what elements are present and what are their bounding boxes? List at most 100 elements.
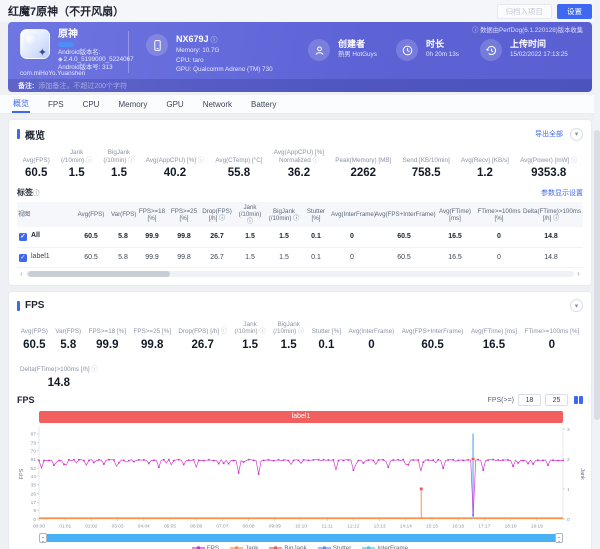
stat-item: Drop(FPS) [/h] ⓘ 26.7 <box>175 321 231 350</box>
svg-text:0: 0 <box>33 516 36 522</box>
value-cell: 0 <box>476 247 522 268</box>
settings-button[interactable]: 设置 <box>557 3 592 19</box>
info-icon[interactable]: ⓘ <box>196 157 204 164</box>
info-icon[interactable]: ⓘ <box>311 157 319 164</box>
fps-threshold-input-2[interactable] <box>545 394 568 406</box>
svg-text:1: 1 <box>567 486 570 492</box>
hscroll-track[interactable] <box>26 271 574 277</box>
legend-item-bigjank[interactable]: BigJank <box>269 545 307 549</box>
scroll-right-icon[interactable]: › <box>574 270 583 278</box>
tab-Network[interactable]: Network <box>202 97 233 113</box>
stat-label: Peak(Memory) [MB] <box>333 149 394 164</box>
info-icon[interactable]: ⓘ <box>258 328 265 335</box>
stat-label-line: FPS>=25 [%] <box>133 328 171 336</box>
value-cell: 60.5 <box>374 227 434 248</box>
stat-item: Avg(AppCPU) [%] ⓘ 40.2 <box>140 149 210 179</box>
app-version-name-label: Android版本名: <box>58 49 101 56</box>
info-icon[interactable]: ⓘ <box>569 157 577 164</box>
legend-item-interframe[interactable]: InterFrame <box>362 545 408 549</box>
value-cell: 14.8 <box>522 227 580 248</box>
history-clock-icon <box>480 39 502 61</box>
column-header: FPS>=25 [%] <box>168 202 200 227</box>
stat-label: FPS>=18 [%] <box>88 321 127 336</box>
tab-FPS[interactable]: FPS <box>47 97 65 113</box>
column-header: Delta(FTime)>100ms [/h] ⓘ <box>522 202 581 227</box>
stat-item: Send [KB/10min] 758.5 <box>397 149 456 179</box>
section-accent-bar <box>17 129 20 139</box>
stat-value: 1.5 <box>68 167 85 179</box>
collapse-icon[interactable]: ▾ <box>570 127 583 141</box>
stat-label: Drop(FPS) [/h] ⓘ <box>178 321 228 336</box>
legend-swatch <box>317 546 331 549</box>
phone-icon <box>146 34 168 56</box>
hscroll-thumb[interactable] <box>28 271 171 277</box>
note-strip[interactable]: 备注: 添加备注，不超过200个字符 <box>8 79 592 92</box>
info-icon[interactable]: ⓘ <box>33 190 40 197</box>
value-cell: 60.5 <box>72 227 110 248</box>
info-icon[interactable]: ⓘ <box>90 366 97 373</box>
value-cell: 0.1 <box>302 247 330 268</box>
range-handle-right[interactable] <box>555 532 563 543</box>
stat-label-line: Avg(FTime) [ms] <box>470 328 518 336</box>
info-icon[interactable]: ⓘ <box>84 157 92 164</box>
page-scrollbar[interactable] <box>594 0 600 549</box>
value-cell: 14.8 <box>522 247 580 268</box>
info-icon[interactable]: ⓘ <box>296 328 304 335</box>
stat-value: 16.5 <box>482 338 506 351</box>
range-handle-left[interactable] <box>39 532 47 543</box>
tab-CPU[interactable]: CPU <box>82 97 101 113</box>
fps-chart-title: FPS <box>17 395 35 405</box>
label-region-banner[interactable]: label1 <box>39 410 563 423</box>
legend-item-stutter[interactable]: Stutter <box>317 544 352 549</box>
info-icon[interactable]: ⓘ <box>211 37 218 44</box>
stat-label: Jank (/10min) ⓘ <box>58 149 94 164</box>
param-display-settings-link[interactable]: 参数显示设置 <box>541 188 583 198</box>
tab-Battery[interactable]: Battery <box>250 97 277 113</box>
info-icon[interactable]: ⓘ <box>219 328 227 335</box>
labels-subhead: 标签ⓘ 参数显示设置 <box>17 187 583 198</box>
svg-text:70: 70 <box>31 448 37 454</box>
labels-table: 视图 Avg(FPS) Var(FPS) FPS>=18 [%] FPS>=25 [%] Dr… <box>17 202 583 268</box>
app-package: com.miHoYo.Yuanshen <box>20 70 86 77</box>
svg-text:11:11: 11:11 <box>322 523 334 529</box>
stat-item: BigJank (/10min) ⓘ 1.5 <box>98 149 140 179</box>
tab-GPU[interactable]: GPU <box>165 97 184 113</box>
svg-text:44: 44 <box>31 473 37 479</box>
svg-text:13:13: 13:13 <box>374 523 386 529</box>
stat-value: 14.8 <box>47 376 70 389</box>
svg-text:07:07: 07:07 <box>216 523 228 529</box>
svg-text:16:16: 16:16 <box>452 523 464 529</box>
stat-value: 99.9 <box>96 338 119 351</box>
topbar-actions: 归档入项目 设置 <box>496 3 592 19</box>
export-all-link[interactable]: 导出全部 <box>535 129 563 139</box>
info-icon[interactable]: ⓘ <box>127 157 134 164</box>
stat-label-line: Jank <box>69 149 84 157</box>
tab-Memory[interactable]: Memory <box>117 97 148 113</box>
stat-label-line: (/10min) ⓘ <box>103 156 135 164</box>
fps-threshold-input-1[interactable] <box>518 394 541 406</box>
banner-divider <box>128 31 129 73</box>
legend-item-fps[interactable]: FPS <box>191 545 219 549</box>
legend-swatch <box>191 546 205 549</box>
stat-value: 60.5 <box>25 167 48 179</box>
row-checkbox[interactable]: ✓ <box>19 233 27 242</box>
column-header: Drop(FPS) [/h] ⓘ <box>200 202 234 227</box>
page-scrollbar-thumb[interactable] <box>594 130 600 420</box>
collapse-icon[interactable]: ▾ <box>570 299 583 312</box>
svg-text:09:09: 09:09 <box>269 523 281 529</box>
stat-value: 0 <box>548 338 556 351</box>
column-header: 视图 <box>17 202 72 227</box>
row-checkbox[interactable]: ✓ <box>19 253 27 262</box>
value-cell: 1.5 <box>266 227 302 248</box>
stat-label-line: (/10min) ⓘ <box>273 328 305 336</box>
stat-label-line: Peak(Memory) [MB] <box>335 156 392 164</box>
tab-概览[interactable]: 概览 <box>12 95 30 113</box>
fps-threshold-controls: FPS(>=) <box>488 394 583 406</box>
legend-label: Stutter <box>332 544 352 549</box>
archive-button[interactable]: 归档入项目 <box>496 3 552 19</box>
legend-item-jank[interactable]: Jank <box>230 545 258 549</box>
chart-range-scrollbar[interactable] <box>39 532 563 543</box>
chart-display-icon[interactable] <box>574 396 583 404</box>
scroll-left-icon[interactable]: ‹ <box>17 270 26 278</box>
column-header: Avg(FPS) <box>72 202 110 227</box>
